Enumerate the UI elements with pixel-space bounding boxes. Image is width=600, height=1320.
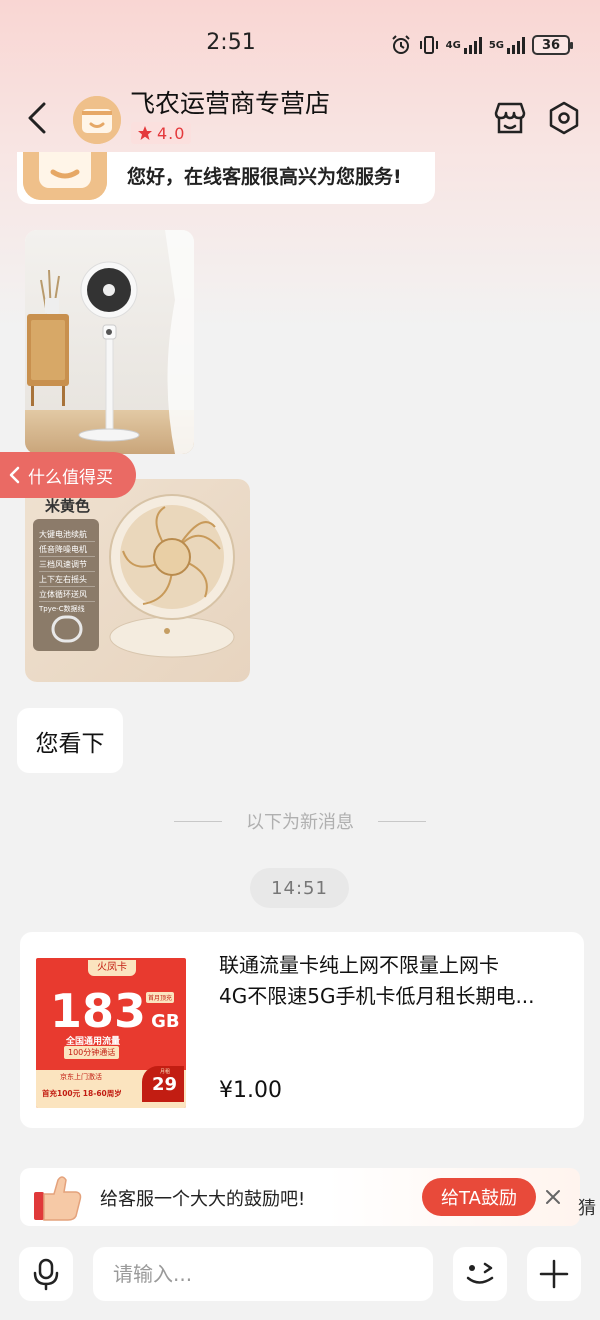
chat-header: 飞农运营商专营店 4.0 [0, 78, 600, 158]
feature-item: 低音降噪电机 [39, 542, 95, 557]
encourage-button-label: 给TA鼓励 [441, 1188, 517, 1209]
side-tag-label: 什么值得买 [28, 467, 113, 488]
more-actions-button[interactable] [527, 1247, 581, 1301]
welcome-message-bubble: 您好，在线客服很高兴为您服务! [17, 152, 435, 204]
signal-icon [463, 37, 482, 54]
input-bar [0, 1240, 600, 1320]
sim-card-footer-2: 首充100元 18-60周岁 [42, 1089, 122, 1098]
sim-card-data-unit: GB [151, 1011, 180, 1032]
product-image-desk-fan[interactable]: 米黄色 大键电池续航 低音降噪电机 三档风速调节 上下左右摇头 立体循环送风 T… [25, 479, 250, 682]
encourage-bar: 给客服一个大大的鼓励吧! 给TA鼓励 [20, 1168, 580, 1226]
microphone-icon [33, 1258, 59, 1291]
battery-level: 36 [541, 37, 561, 53]
divider-line [174, 820, 222, 822]
peek-text: 猜 [578, 1198, 596, 1219]
alarm-icon [391, 35, 410, 54]
sim-card-tag: 首月顶充 [146, 992, 175, 1003]
rating-value: 4.0 [157, 123, 186, 143]
store-icon[interactable] [492, 100, 528, 136]
product-thumbnail: 火凤卡 183 GB 首月顶充 全国通用流量 100分钟通话 京东上门激活 首充… [36, 958, 186, 1108]
side-tag-worth-buying[interactable]: 什么值得买 [0, 452, 136, 498]
back-arrow-icon[interactable] [22, 98, 54, 138]
timestamp-text: 14:51 [271, 877, 328, 899]
shop-logo-icon [73, 96, 121, 144]
status-icons: 4G 5G 36 [390, 32, 573, 58]
message-timestamp: 14:51 [250, 868, 349, 908]
sim-card-minutes: 100分钟通话 [64, 1046, 120, 1059]
shop-rating-badge: 4.0 [131, 122, 192, 144]
network-4g-label: 4G [445, 39, 461, 51]
encourage-text: 给客服一个大大的鼓励吧! [100, 1189, 306, 1210]
chevron-left-icon [9, 466, 20, 484]
welcome-avatar [23, 152, 107, 200]
divider-label: 以下为新消息 [246, 812, 354, 833]
reply-message-bubble: 您看下 [17, 708, 123, 773]
signal-icon-2 [507, 37, 525, 54]
emoji-button[interactable] [453, 1247, 507, 1301]
product-title-line-1: 联通流量卡纯上网不限量上网卡 [219, 953, 499, 977]
battery-icon: 36 [532, 35, 573, 55]
settings-hexagon-icon[interactable] [546, 100, 582, 136]
image-caption: 米黄色 [45, 497, 91, 515]
product-image-standing-fan[interactable] [25, 230, 194, 454]
shop-logo-icon [23, 152, 107, 200]
status-bar: 2:51 4G 5G 36 [0, 22, 600, 68]
divider-line [378, 820, 426, 822]
star-icon [138, 126, 152, 140]
welcome-text: 您好，在线客服很高兴为您服务! [127, 166, 402, 188]
new-messages-divider: 以下为新消息 [174, 808, 426, 834]
encourage-button[interactable]: 给TA鼓励 [422, 1178, 536, 1216]
feature-item: 三档风速调节 [39, 557, 95, 572]
vibrate-icon [419, 36, 438, 54]
standing-fan-image [25, 230, 194, 454]
product-card[interactable]: 火凤卡 183 GB 首月顶充 全国通用流量 100分钟通话 京东上门激活 首充… [20, 932, 584, 1128]
sim-card-brand: 火凤卡 [88, 960, 136, 976]
wink-emoji-icon [466, 1262, 494, 1284]
close-icon[interactable] [542, 1186, 564, 1208]
message-input[interactable] [93, 1247, 433, 1301]
shop-name: 飞农运营商专营店 [130, 89, 331, 118]
voice-button[interactable] [19, 1247, 73, 1301]
sim-card-price-badge: 月租 29 [142, 1066, 184, 1102]
sim-card-monthly-price: 29 [152, 1074, 178, 1095]
plus-icon [539, 1259, 569, 1289]
feature-item: 上下左右摇头 [39, 572, 95, 587]
product-price: ¥1.00 [219, 1078, 282, 1103]
network-5g-label: 5G [488, 39, 504, 51]
sim-card-footer-1: 京东上门激活 [60, 1073, 102, 1081]
feature-item: 立体循环送风 [39, 587, 95, 602]
thumbs-up-icon [34, 1176, 82, 1221]
shop-avatar[interactable] [73, 96, 121, 144]
feature-item: Tpye-C数据线 [39, 605, 85, 613]
reply-text: 您看下 [35, 730, 105, 757]
sim-card-data-value: 183 [50, 984, 147, 1038]
product-title-line-2: 4G不限速5G手机卡低月租长期电... [219, 984, 535, 1008]
feature-item: 大键电池续航 [39, 527, 95, 542]
feature-list: 大键电池续航 低音降噪电机 三档风速调节 上下左右摇头 立体循环送风 Tpye-… [39, 527, 95, 617]
product-title: 联通流量卡纯上网不限量上网卡 4G不限速5G手机卡低月租长期电... [219, 950, 569, 1012]
